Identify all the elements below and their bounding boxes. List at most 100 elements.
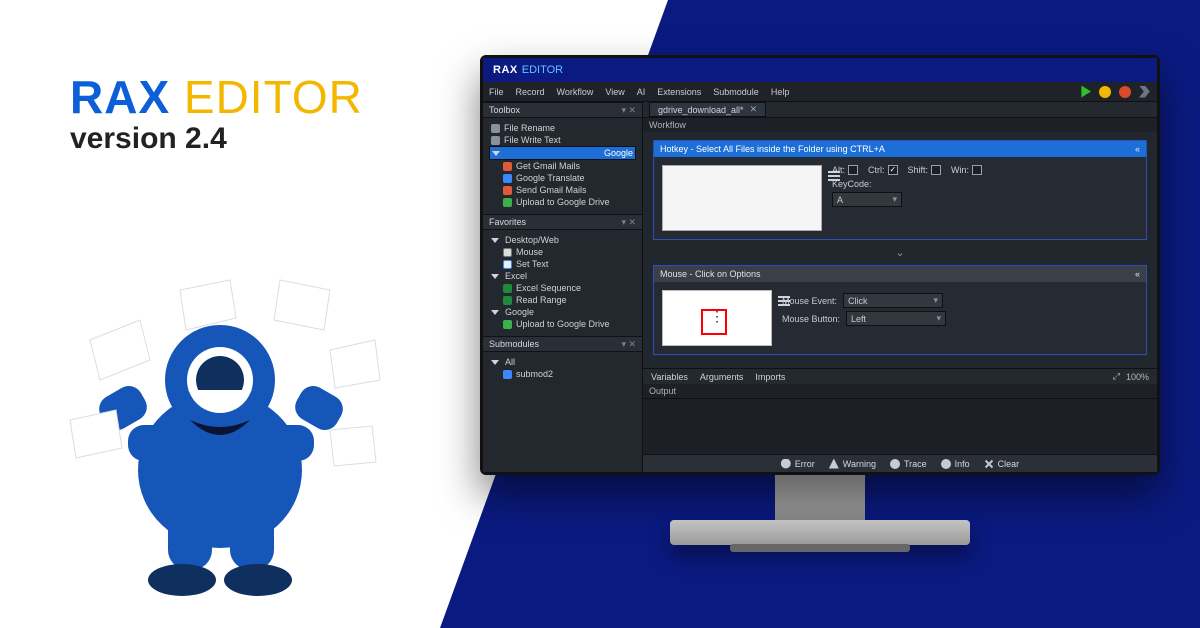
- status-clear[interactable]: Clear: [984, 459, 1020, 469]
- build-icon[interactable]: [1099, 86, 1111, 98]
- chevron-down-icon: [491, 238, 499, 243]
- node-mouse-title: Mouse - Click on Options: [660, 269, 761, 279]
- tab-imports[interactable]: Imports: [755, 372, 785, 382]
- mail-icon: [503, 162, 512, 171]
- submodules-header[interactable]: Submodules ▾ ✕: [483, 336, 642, 352]
- bottom-tabs: Variables Arguments Imports ⤢ 100%: [643, 368, 1157, 384]
- file-icon: [491, 136, 500, 145]
- toolbox-title: Toolbox: [489, 105, 520, 115]
- close-icon[interactable]: ✕: [750, 104, 758, 115]
- menu-ai[interactable]: AI: [637, 87, 646, 97]
- chevron-down-icon: [491, 274, 499, 279]
- chevron-down-icon: [491, 360, 499, 365]
- connector-icon: ⌄: [653, 246, 1147, 259]
- product-brand: RAX EDITOR version 2.4: [70, 70, 363, 156]
- app-window: RAX EDITOR File Record Workflow View AI …: [483, 58, 1157, 472]
- menu-icon[interactable]: [778, 296, 790, 306]
- clear-icon: [982, 456, 996, 470]
- workflow-tab[interactable]: gdrive_download_all* ✕: [649, 102, 766, 117]
- mascot-illustration: [30, 270, 410, 610]
- play-icon[interactable]: [1079, 86, 1091, 98]
- title-bar: RAX EDITOR: [483, 58, 1157, 82]
- screenshot-thumb[interactable]: ⋮: [662, 290, 772, 346]
- toolbox-item[interactable]: File Write Text: [489, 134, 636, 146]
- toolbox-item[interactable]: Upload to Google Drive: [489, 196, 636, 208]
- file-icon: [491, 124, 500, 133]
- win-checkbox[interactable]: Win:: [951, 165, 982, 175]
- shift-checkbox[interactable]: Shift:: [908, 165, 942, 175]
- workflow-canvas[interactable]: Hotkey - Select All Files inside the Fol…: [643, 132, 1157, 368]
- favorites-header[interactable]: Favorites ▾ ✕: [483, 214, 642, 230]
- ctrl-checkbox[interactable]: Ctrl:: [868, 165, 898, 175]
- chevron-down-icon: [491, 310, 499, 315]
- tab-row: gdrive_download_all* ✕: [643, 102, 1157, 118]
- toolbox-tree: File Rename File Write Text Google Get G…: [483, 118, 642, 214]
- tab-arguments[interactable]: Arguments: [700, 372, 744, 382]
- menu-help[interactable]: Help: [771, 87, 790, 97]
- favorites-title: Favorites: [489, 217, 526, 227]
- toolbox-item[interactable]: File Rename: [489, 122, 636, 134]
- pin-icon[interactable]: ▾ ✕: [621, 105, 636, 116]
- status-bar: Error Warning Trace Info Clear: [643, 454, 1157, 472]
- brand-rax: RAX: [70, 71, 170, 123]
- favorites-item[interactable]: Read Range: [489, 294, 636, 306]
- tab-variables[interactable]: Variables: [651, 372, 688, 382]
- favorites-item[interactable]: Set Text: [489, 258, 636, 270]
- tab-label: gdrive_download_all*: [658, 105, 744, 115]
- toolbox-item[interactable]: Send Gmail Mails: [489, 184, 636, 196]
- favorites-group[interactable]: Google: [489, 306, 636, 318]
- menu-workflow[interactable]: Workflow: [557, 87, 594, 97]
- collapse-icon[interactable]: «: [1135, 144, 1140, 154]
- favorites-item[interactable]: Upload to Google Drive: [489, 318, 636, 330]
- toolbox-item[interactable]: Google Translate: [489, 172, 636, 184]
- menu-view[interactable]: View: [605, 87, 624, 97]
- excel-icon: [503, 296, 512, 305]
- submodules-tree: All submod2: [483, 352, 642, 472]
- favorites-tree: Desktop/Web Mouse Set Text Excel Excel S…: [483, 230, 642, 336]
- collapse-icon[interactable]: «: [1135, 269, 1140, 279]
- menu-icon[interactable]: [828, 171, 840, 181]
- toolbox-header[interactable]: Toolbox ▾ ✕: [483, 102, 642, 118]
- info-icon: [941, 459, 951, 469]
- screenshot-thumb[interactable]: [662, 165, 822, 231]
- menu-bar: File Record Workflow View AI Extensions …: [483, 82, 1157, 102]
- mouse-button-select[interactable]: Left▾: [846, 311, 946, 326]
- favorites-group[interactable]: Desktop/Web: [489, 234, 636, 246]
- keycode-select[interactable]: A▾: [832, 192, 902, 207]
- mouse-event-select[interactable]: Click▾: [843, 293, 943, 308]
- submodules-item[interactable]: submod2: [489, 368, 636, 380]
- status-info[interactable]: Info: [941, 459, 970, 469]
- menu-submodule[interactable]: Submodule: [713, 87, 759, 97]
- upload-icon: [503, 320, 512, 329]
- output-area: [643, 398, 1157, 454]
- favorites-group[interactable]: Excel: [489, 270, 636, 282]
- node-hotkey[interactable]: Hotkey - Select All Files inside the Fol…: [653, 140, 1147, 240]
- submodules-title: Submodules: [489, 339, 539, 349]
- status-trace[interactable]: Trace: [890, 459, 927, 469]
- warning-icon: [829, 459, 839, 469]
- status-warning[interactable]: Warning: [829, 459, 876, 469]
- zoom-fit-icon[interactable]: ⤢: [1113, 371, 1120, 382]
- favorites-item[interactable]: Excel Sequence: [489, 282, 636, 294]
- pin-icon[interactable]: ▾ ✕: [621, 217, 636, 228]
- chevron-down-icon: [492, 151, 500, 156]
- output-label: Output: [643, 384, 1157, 398]
- toolbox-category-google[interactable]: Google: [489, 146, 636, 160]
- toolbox-item[interactable]: Get Gmail Mails: [489, 160, 636, 172]
- node-mouse[interactable]: Mouse - Click on Options « ⋮: [653, 265, 1147, 355]
- submodules-root[interactable]: All: [489, 356, 636, 368]
- stop-icon[interactable]: [1119, 86, 1131, 98]
- mouse-button-label: Mouse Button:: [782, 314, 840, 324]
- monitor: RAX EDITOR File Record Workflow View AI …: [480, 55, 1160, 535]
- menu-file[interactable]: File: [489, 87, 504, 97]
- step-icon[interactable]: [1139, 86, 1151, 98]
- text-icon: [503, 260, 512, 269]
- favorites-item[interactable]: Mouse: [489, 246, 636, 258]
- zoom-value: 100%: [1126, 372, 1149, 382]
- status-error[interactable]: Error: [781, 459, 815, 469]
- brand-version: version 2.4: [70, 122, 363, 156]
- menu-record[interactable]: Record: [516, 87, 545, 97]
- menu-extensions[interactable]: Extensions: [657, 87, 701, 97]
- titlebar-rax: RAX: [493, 64, 518, 76]
- pin-icon[interactable]: ▾ ✕: [621, 339, 636, 350]
